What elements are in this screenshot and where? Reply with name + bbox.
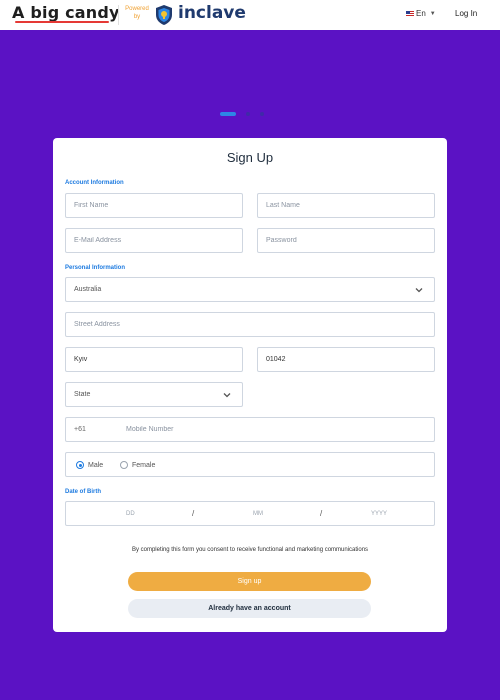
dob-separator: / (320, 509, 323, 518)
carousel-indicators (220, 112, 264, 116)
personal-section-heading: Personal Information (65, 265, 126, 271)
page-title: Sign Up (226, 150, 274, 165)
chevron-down-icon (415, 288, 423, 293)
signup-button[interactable]: Sign up (128, 572, 371, 591)
phone-country-code[interactable]: +61 (74, 426, 86, 433)
city-input[interactable] (74, 348, 242, 371)
language-selector[interactable]: En ▼ (406, 9, 436, 18)
login-link[interactable]: Log In (455, 9, 477, 18)
country-value: Australia (74, 286, 102, 293)
first-name-input[interactable] (74, 194, 242, 217)
zip-input[interactable] (266, 348, 434, 371)
phone-field[interactable]: +61 (65, 417, 494, 442)
flag-icon (406, 10, 414, 17)
state-value: State (74, 391, 91, 398)
account-section-heading: Account Information (65, 180, 124, 186)
last-name-field[interactable] (257, 193, 435, 218)
radio-unchecked-icon (120, 461, 128, 469)
last-name-input[interactable] (266, 194, 434, 217)
consent-text: By completing this form you consent to r… (131, 547, 369, 553)
first-name-field[interactable] (65, 193, 243, 218)
existing-account-button[interactable]: Already have an account (128, 599, 371, 618)
country-select[interactable]: Australia (65, 277, 435, 302)
signup-card: Sign Up Account Information Personal Inf… (53, 138, 494, 632)
gender-male-radio[interactable]: Male (76, 461, 103, 469)
chevron-down-icon (223, 393, 231, 398)
street-address-field[interactable] (65, 312, 435, 337)
gender-female-label: Female (132, 461, 156, 469)
carousel-dot[interactable] (260, 112, 264, 116)
carousel-dot[interactable] (246, 112, 250, 116)
top-bar: A big candy Powered by inclave En ▼ Log … (0, 0, 500, 30)
carousel-dot-active[interactable] (220, 112, 236, 116)
brand-logo[interactable]: A big candy (12, 3, 120, 22)
dob-section-heading: Date of Birth (65, 489, 101, 495)
email-field[interactable] (65, 228, 243, 253)
city-field[interactable] (65, 347, 243, 372)
inclave-shield-icon (156, 5, 172, 25)
dob-day-input[interactable]: DD (126, 511, 135, 517)
mobile-number-input[interactable] (126, 418, 494, 441)
language-label: En (416, 9, 426, 18)
state-select[interactable]: State (65, 382, 243, 407)
dob-month-input[interactable]: MM (253, 511, 263, 517)
brand-underline (15, 21, 109, 23)
powered-by-label: Powered by (125, 6, 149, 20)
header-divider (118, 5, 119, 25)
street-address-input[interactable] (74, 313, 434, 336)
radio-checked-icon (76, 461, 84, 469)
dob-year-input[interactable]: YYYY (371, 511, 387, 517)
dob-separator: / (192, 509, 195, 518)
password-field[interactable] (257, 228, 435, 253)
gender-male-label: Male (88, 461, 104, 469)
gender-female-radio[interactable]: Female (120, 461, 155, 469)
gender-group: Male Female (65, 452, 435, 477)
zip-field[interactable] (257, 347, 435, 372)
date-of-birth-field[interactable]: DD / MM / YYYY (65, 501, 435, 526)
email-input[interactable] (74, 229, 242, 252)
partner-logo-text: inclave (178, 3, 246, 23)
caret-down-icon: ▼ (429, 10, 436, 17)
password-input[interactable] (266, 229, 434, 252)
